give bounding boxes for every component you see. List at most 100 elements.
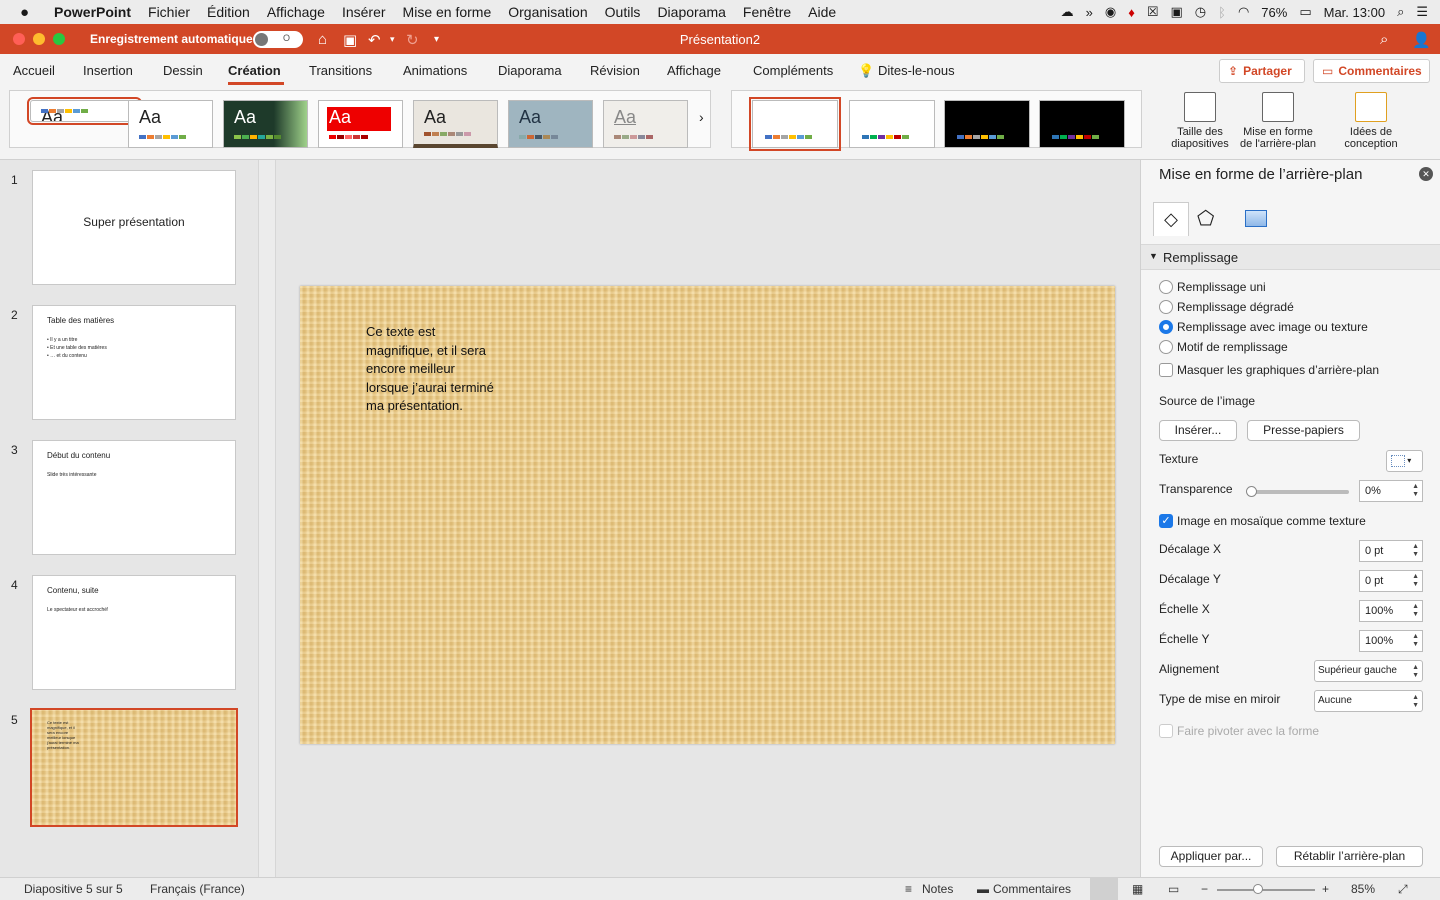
apple-icon[interactable]: ● — [20, 4, 38, 21]
tab-diaporama[interactable]: Diaporama — [498, 63, 562, 78]
fit-to-window-icon[interactable]: ⤢ — [1398, 882, 1408, 897]
checkbox-hide-graphics[interactable] — [1159, 363, 1173, 377]
menu-fichier[interactable]: Fichier — [148, 4, 190, 20]
slide-thumbnail-2[interactable]: Table des matières • Il y a un titre • Et… — [32, 305, 236, 420]
tab-dessin[interactable]: Dessin — [163, 63, 203, 78]
current-slide[interactable]: Ce texte est magnifique, et il sera enco… — [300, 286, 1115, 744]
slide-thumbnail-4[interactable]: Contenu, suite Le spectateur est accroch… — [32, 575, 236, 690]
tell-me-search[interactable]: Dites-le-nous — [878, 63, 955, 78]
menu-app[interactable]: PowerPoint — [54, 4, 131, 20]
theme-2[interactable]: Aa — [128, 100, 213, 148]
slide-size-button[interactable]: Taille des diapositives — [1165, 90, 1235, 150]
close-pane-icon[interactable]: ✕ — [1419, 167, 1433, 181]
pentagon-effects-icon[interactable]: ⬠ — [1197, 206, 1214, 231]
comments-status-button[interactable]: Commentaires — [993, 882, 1071, 896]
clipboard-button[interactable]: Presse-papiers — [1247, 420, 1360, 441]
fill-section-header[interactable]: ▼ Remplissage — [1141, 244, 1440, 270]
fill-bucket-icon[interactable]: ◇ — [1153, 202, 1189, 236]
slide-thumbnail-3[interactable]: Début du contenu Slide très intéressante — [32, 440, 236, 555]
theme-4[interactable]: Aa — [318, 100, 403, 148]
zoom-slider-knob[interactable] — [1253, 884, 1263, 894]
clock[interactable]: Mar. 13:00 — [1324, 5, 1385, 20]
texture-picker[interactable]: ▾ — [1386, 450, 1423, 472]
theme-3[interactable]: Aa — [223, 100, 308, 148]
menu-outils[interactable]: Outils — [605, 4, 641, 20]
radio-gradient-fill[interactable] — [1159, 300, 1173, 314]
search-icon[interactable]: ⌕ — [1380, 31, 1388, 48]
tab-revision[interactable]: Révision — [590, 63, 640, 78]
transparency-slider-knob[interactable] — [1246, 486, 1257, 497]
theme-office[interactable]: Aa — [27, 97, 142, 125]
format-background-button[interactable]: Mise en forme de l'arrière-plan — [1236, 90, 1320, 150]
transparency-slider[interactable] — [1251, 490, 1349, 494]
menu-diaporama[interactable]: Diaporama — [657, 4, 725, 20]
zoom-in-icon[interactable]: + — [1322, 882, 1329, 896]
radio-pattern-fill[interactable] — [1159, 340, 1173, 354]
variant-3[interactable] — [944, 100, 1030, 148]
comments-button[interactable]: ▭ Commentaires — [1313, 59, 1430, 83]
apply-to-all-button[interactable]: Appliquer par... — [1159, 846, 1263, 867]
picture-icon[interactable] — [1245, 210, 1267, 227]
scale-x-input[interactable]: 100% ▲ ▼ — [1359, 600, 1423, 622]
screen-icon[interactable]: ▣ — [1171, 4, 1183, 20]
tab-complements[interactable]: Compléments — [753, 63, 833, 78]
variant-1[interactable] — [749, 97, 841, 151]
radio-solid-fill[interactable] — [1159, 280, 1173, 294]
transparency-input[interactable]: 0% ▲ ▼ — [1359, 480, 1423, 502]
menu-edition[interactable]: Édition — [207, 4, 250, 20]
scale-y-input[interactable]: 100% ▲ ▼ — [1359, 630, 1423, 652]
offset-x-input[interactable]: 0 pt ▲ ▼ — [1359, 540, 1423, 562]
time-machine-icon[interactable]: ◷ — [1195, 4, 1206, 20]
forward-icon[interactable]: » — [1086, 5, 1093, 20]
menu-fenetre[interactable]: Fenêtre — [743, 4, 791, 20]
slide-thumbnail-5-selected[interactable]: Ce texte est magnifique, et il sera enco… — [30, 708, 238, 827]
control-center-icon[interactable]: ☰ — [1416, 4, 1428, 20]
theme-7[interactable]: Aa — [603, 100, 688, 148]
thumbnail-scrollbar[interactable] — [258, 160, 276, 877]
offset-y-input[interactable]: 0 pt ▲ ▼ — [1359, 570, 1423, 592]
record-icon[interactable]: ◉ — [1105, 4, 1116, 20]
zoom-slider[interactable] — [1217, 889, 1315, 891]
theme-6[interactable]: Aa — [508, 100, 593, 148]
design-ideas-button[interactable]: Idées de conception — [1338, 90, 1404, 150]
cloud-icon[interactable]: ☁ — [1061, 4, 1074, 20]
mirror-type-select[interactable]: Aucune ▲ ▼ — [1314, 690, 1423, 712]
variant-4[interactable] — [1039, 100, 1125, 148]
menu-affichage[interactable]: Affichage — [267, 4, 325, 20]
account-icon[interactable]: 👤 — [1412, 31, 1431, 49]
theme-5[interactable]: Aa — [413, 100, 498, 148]
share-button[interactable]: ⇪ Partager — [1219, 59, 1305, 83]
close-box-icon[interactable]: ☒ — [1147, 4, 1159, 20]
reset-background-button[interactable]: Rétablir l’arrière-plan — [1276, 846, 1423, 867]
slide-sorter-icon[interactable]: ▦ — [1132, 882, 1143, 896]
app-status-icon[interactable]: ♦ — [1128, 5, 1135, 20]
spotlight-icon[interactable]: ⌕ — [1397, 4, 1404, 20]
variant-2[interactable] — [849, 100, 935, 148]
wifi-icon[interactable]: ◠ — [1238, 4, 1249, 20]
zoom-out-icon[interactable]: − — [1201, 882, 1208, 896]
tab-transitions[interactable]: Transitions — [309, 63, 372, 78]
menu-inserer[interactable]: Insérer — [342, 4, 386, 20]
tab-accueil[interactable]: Accueil — [13, 63, 55, 78]
tab-insertion[interactable]: Insertion — [83, 63, 133, 78]
language-indicator[interactable]: Français (France) — [150, 882, 245, 896]
tab-affichage[interactable]: Affichage — [667, 63, 721, 78]
menu-organisation[interactable]: Organisation — [508, 4, 587, 20]
tab-animations[interactable]: Animations — [403, 63, 467, 78]
slide-thumbnail-1[interactable]: Super présentation — [32, 170, 236, 285]
checkbox-rotate-with-shape[interactable] — [1159, 724, 1173, 738]
slide-text-box[interactable]: Ce texte est magnifique, et il sera enco… — [366, 323, 496, 416]
menu-mise-en-forme[interactable]: Mise en forme — [403, 4, 492, 20]
alignment-select[interactable]: Supérieur gauche ▲ ▼ — [1314, 660, 1423, 682]
zoom-level[interactable]: 85% — [1351, 882, 1375, 896]
tab-creation[interactable]: Création — [228, 63, 281, 78]
menu-aide[interactable]: Aide — [808, 4, 836, 20]
presenter-view-icon[interactable]: ▭ — [1168, 882, 1179, 896]
battery-icon[interactable]: ▭ — [1299, 4, 1311, 20]
insert-image-button[interactable]: Insérer... — [1159, 420, 1237, 441]
radio-picture-fill[interactable] — [1159, 320, 1173, 334]
checkbox-tile-texture[interactable]: ✓ — [1159, 514, 1173, 528]
normal-view-icon[interactable] — [1090, 878, 1118, 900]
bluetooth-icon[interactable]: ᛒ — [1218, 5, 1226, 20]
battery-percent[interactable]: 76% — [1261, 5, 1287, 20]
